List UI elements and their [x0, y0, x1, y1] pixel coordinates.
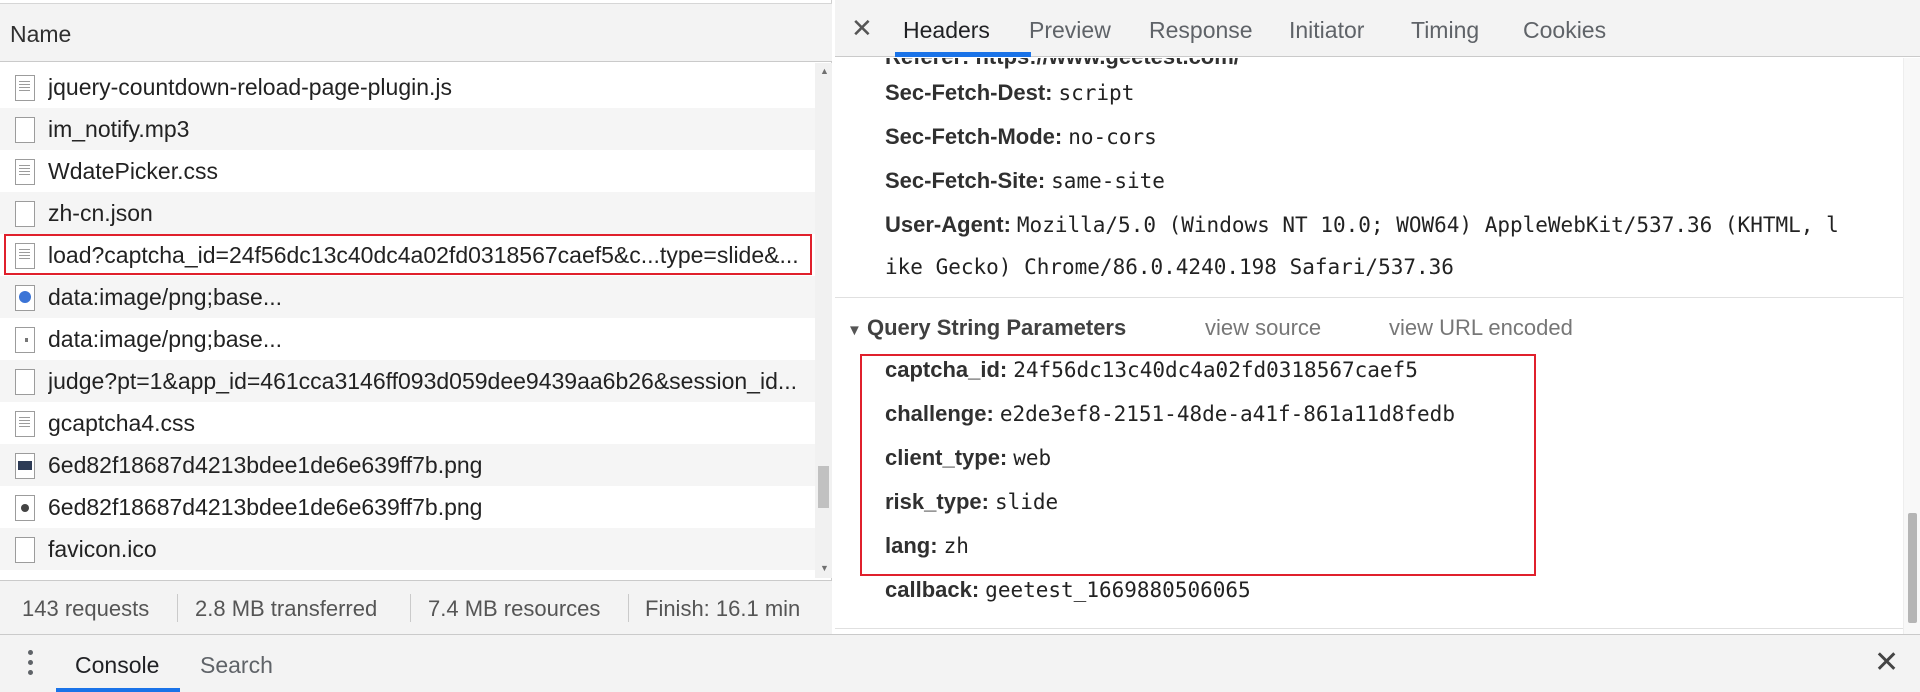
- query-string-title: Query String Parameters: [867, 315, 1127, 340]
- tab-response[interactable]: Response: [1149, 17, 1253, 44]
- collapse-triangle-icon[interactable]: ▼: [847, 322, 867, 339]
- request-name: data:image/png;base...: [48, 284, 282, 310]
- view-url-encoded-link[interactable]: view URL encoded: [1389, 315, 1573, 341]
- request-row[interactable]: favicon.ico: [0, 528, 815, 570]
- header-value: script: [1058, 81, 1135, 105]
- request-row[interactable]: im_notify.mp3: [0, 108, 815, 150]
- request-name: gcaptcha4.css: [48, 410, 196, 436]
- request-row[interactable]: 6ed82f18687d4213bdee1de6e639ff7b.png: [0, 444, 815, 486]
- header-key: User-Agent:: [885, 212, 1011, 237]
- blank-file-icon: [15, 117, 35, 143]
- request-row[interactable]: data:image/png;base...: [0, 276, 815, 318]
- selected-request-highlight: [4, 234, 812, 275]
- header-value: same-site: [1051, 169, 1165, 193]
- request-name: zh-cn.json: [48, 200, 153, 226]
- request-row[interactable]: jquery-countdown-reload-page-plugin.js: [0, 66, 815, 108]
- scrollbar-thumb[interactable]: [1908, 513, 1917, 623]
- header-value: Mozilla/5.0 (Windows NT 10.0; WOW64) App…: [1016, 213, 1839, 237]
- request-row[interactable]: data:image/png;base...: [0, 318, 815, 360]
- request-row[interactable]: WdatePicker.css: [0, 150, 815, 192]
- section-divider: [835, 628, 1903, 629]
- tab-console[interactable]: Console: [75, 652, 159, 679]
- scrollbar-thumb[interactable]: [818, 466, 829, 508]
- image-file-icon: [15, 453, 35, 479]
- stylesheet-file-icon: [15, 411, 35, 437]
- header-key: Sec-Fetch-Site:: [885, 168, 1046, 193]
- tab-headers[interactable]: Headers: [903, 17, 990, 44]
- query-params-highlight: [860, 354, 1536, 576]
- header-row: Sec-Fetch-Mode: no-cors: [885, 124, 1157, 150]
- network-status-bar: 143 requests 2.8 MB transferred 7.4 MB r…: [0, 580, 832, 634]
- image-file-icon: [15, 327, 35, 353]
- active-tab-indicator: [895, 52, 1031, 57]
- request-row[interactable]: 6ed82f18687d4213bdee1de6e639ff7b.png: [0, 486, 815, 528]
- name-column-header[interactable]: Name: [0, 3, 832, 62]
- tab-initiator[interactable]: Initiator: [1289, 17, 1364, 44]
- tab-preview[interactable]: Preview: [1029, 17, 1111, 44]
- request-row[interactable]: zh-cn.json: [0, 192, 815, 234]
- image-file-icon: [15, 285, 35, 311]
- detail-tab-bar: ✕ Headers Preview Response Initiator Tim…: [835, 0, 1920, 57]
- resources-size: 7.4 MB resources: [428, 596, 601, 621]
- request-name: 6ed82f18687d4213bdee1de6e639ff7b.png: [48, 452, 483, 478]
- script-file-icon: [15, 75, 35, 101]
- close-drawer-icon[interactable]: ✕: [1874, 645, 1899, 680]
- request-row[interactable]: judge?pt=1&app_id=461cca3146ff093d059dee…: [0, 360, 815, 402]
- user-agent-continuation: ike Gecko) Chrome/86.0.4240.198 Safari/5…: [885, 255, 1454, 279]
- request-name: im_notify.mp3: [48, 116, 190, 142]
- blank-file-icon: [15, 537, 35, 563]
- status-divider: [410, 594, 411, 622]
- image-file-icon: [15, 495, 35, 521]
- request-name: jquery-countdown-reload-page-plugin.js: [48, 74, 453, 100]
- param-key: callback:: [885, 577, 980, 602]
- request-name: WdatePicker.css: [48, 158, 218, 184]
- transferred-size: 2.8 MB transferred: [195, 596, 378, 621]
- headers-content: Referer: https://www.geetest.com/ Sec-Fe…: [835, 58, 1903, 634]
- section-divider: [835, 297, 1903, 298]
- tab-search[interactable]: Search: [200, 652, 273, 679]
- header-key: Sec-Fetch-Dest:: [885, 80, 1053, 105]
- tab-timing[interactable]: Timing: [1411, 17, 1479, 44]
- blank-file-icon: [15, 369, 35, 395]
- more-options-icon[interactable]: [25, 648, 35, 678]
- status-divider: [177, 594, 178, 622]
- active-tab-indicator: [56, 688, 180, 692]
- param-value: geetest_1669880506065: [985, 578, 1251, 602]
- request-name: 6ed82f18687d4213bdee1de6e639ff7b.png: [48, 494, 483, 520]
- stylesheet-file-icon: [15, 159, 35, 185]
- request-name: favicon.ico: [48, 536, 157, 562]
- request-list-scrollbar[interactable]: ▲ ▼: [815, 63, 832, 578]
- request-count: 143 requests: [22, 596, 150, 621]
- query-string-section-header[interactable]: ▼ Query String Parameters: [847, 315, 1126, 341]
- scroll-up-arrow-icon[interactable]: ▲: [820, 66, 829, 76]
- close-detail-icon[interactable]: ✕: [851, 13, 873, 44]
- header-row: Sec-Fetch-Site: same-site: [885, 168, 1165, 194]
- tab-cookies[interactable]: Cookies: [1523, 17, 1606, 44]
- view-source-link[interactable]: view source: [1205, 315, 1321, 341]
- blank-file-icon: [15, 201, 35, 227]
- network-request-list-panel: Name jquery-countdown-reload-page-plugin…: [0, 0, 832, 634]
- drawer-tab-bar: Console Search ✕: [0, 634, 1920, 692]
- detail-scrollbar[interactable]: [1903, 58, 1920, 634]
- name-column-label: Name: [10, 21, 72, 47]
- status-divider: [628, 594, 629, 622]
- finish-time: Finish: 16.1 min: [645, 596, 801, 621]
- scroll-down-arrow-icon[interactable]: ▼: [820, 563, 829, 573]
- header-key: Sec-Fetch-Mode:: [885, 124, 1063, 149]
- request-list: jquery-countdown-reload-page-plugin.js i…: [0, 63, 815, 578]
- request-name: data:image/png;base...: [48, 326, 282, 352]
- header-value: no-cors: [1068, 125, 1157, 149]
- request-row[interactable]: [0, 570, 815, 578]
- request-name: judge?pt=1&app_id=461cca3146ff093d059dee…: [48, 368, 798, 394]
- query-param-row: callback: geetest_1669880506065: [885, 577, 1251, 603]
- header-row: Sec-Fetch-Dest: script: [885, 80, 1134, 106]
- request-row[interactable]: gcaptcha4.css: [0, 402, 815, 444]
- header-row-partial: Referer: https://www.geetest.com/: [885, 58, 1240, 70]
- header-row: User-Agent: Mozilla/5.0 (Windows NT 10.0;…: [885, 212, 1839, 238]
- request-detail-panel: ✕ Headers Preview Response Initiator Tim…: [835, 0, 1920, 634]
